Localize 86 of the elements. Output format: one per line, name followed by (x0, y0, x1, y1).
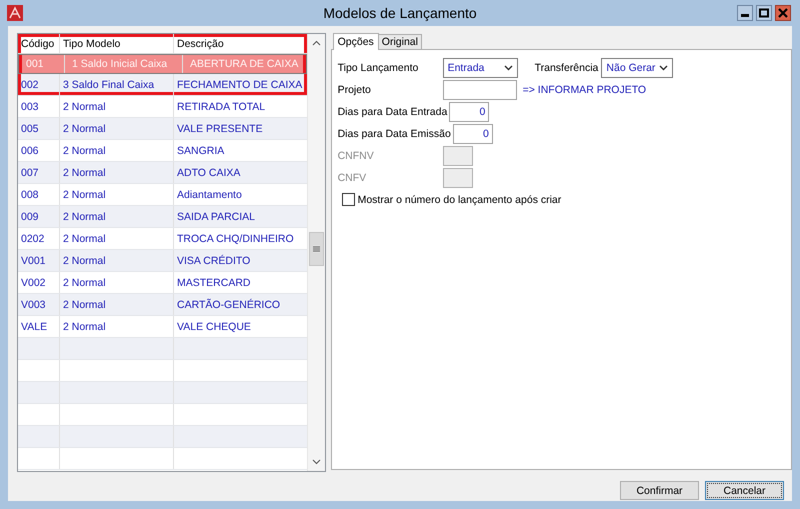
dropdown[interactable]: Entrada (442, 58, 518, 78)
table-cell-text: ABERTURA DE CAIXA (189, 57, 300, 72)
scroll-down-icon[interactable] (312, 459, 321, 465)
table-cell: 2 Normal (60, 96, 174, 117)
dropdown[interactable]: Não Gerar (601, 58, 674, 78)
table-cell: 2 Normal (60, 184, 174, 205)
grid-row[interactable]: V002 2 Normal MASTERCARD (18, 272, 307, 294)
app-icon (7, 5, 23, 21)
grid-row[interactable]: 009 2 Normal SAIDA PARCIAL (18, 206, 307, 228)
table-cell: 2 Normal (60, 118, 174, 139)
grid-row[interactable]: 0202 2 Normal TROCA CHQ/DINHEIRO (18, 228, 307, 250)
table-cell: 003 (18, 96, 60, 117)
table-cell-text: SANGRIA (176, 144, 226, 158)
table-cell: V002 (18, 272, 60, 293)
close-button[interactable] (775, 5, 791, 21)
maximize-button[interactable] (756, 5, 772, 21)
table-cell: 2 Normal (60, 228, 174, 249)
table-cell-text: VALE PRESENTE (176, 122, 264, 136)
table-cell: 3 Saldo Final Caixa (60, 74, 174, 95)
caret-icon (659, 65, 668, 71)
grid-row[interactable]: 003 2 Normal RETIRADA TOTAL (18, 96, 307, 118)
table-cell: 2 Normal (60, 316, 174, 337)
table-cell: 2 Normal (60, 140, 174, 161)
table-cell: 009 (18, 206, 60, 227)
grid-row[interactable]: V003 2 Normal CARTÃO-GENÉRICO (18, 294, 307, 316)
maximize-icon (759, 8, 769, 18)
grid-row[interactable]: 007 2 Normal ADTO CAIXA (18, 162, 307, 184)
scrollbar[interactable] (306, 34, 325, 471)
checkbox-label: Mostrar o número do lançamento após criar (358, 194, 562, 206)
minimize-button[interactable] (737, 5, 753, 21)
field-label: CNFV (338, 172, 368, 184)
column-header[interactable]: Descrição (174, 34, 307, 53)
grid-row[interactable]: 006 2 Normal SANGRIA (18, 140, 307, 162)
table-cell: 1 Saldo Inicial Caixa (69, 55, 183, 73)
grid-row[interactable]: 005 2 Normal VALE PRESENTE (18, 118, 307, 140)
table-cell-text: ADTO CAIXA (176, 166, 242, 180)
field-label: Projeto (338, 84, 372, 96)
table-cell: 0202 (18, 228, 60, 249)
table-cell: VALE (18, 316, 60, 337)
table-cell: 005 (18, 118, 60, 139)
confirm-button[interactable]: Confirmar (620, 481, 699, 500)
table-cell-text: FECHAMENTO DE CAIXA (176, 78, 304, 92)
table-cell-text: TROCA CHQ/DINHEIRO (176, 232, 295, 246)
column-header[interactable]: Tipo Modelo (60, 34, 174, 53)
table-cell: 006 (18, 140, 60, 161)
table-cell-text: Adiantamento (176, 188, 243, 202)
table-cell: 001 (23, 55, 65, 73)
table-cell-text: VISA CRÉDITO (176, 254, 252, 268)
field-label: Transferência (534, 62, 598, 74)
scroll-up-icon[interactable] (312, 40, 321, 46)
table-cell-text: VALE CHEQUE (176, 320, 252, 334)
tab[interactable]: Opções (332, 33, 379, 50)
close-icon (778, 8, 788, 18)
table-cell: 2 Normal (60, 206, 174, 227)
grid-row[interactable]: V001 2 Normal VISA CRÉDITO (18, 250, 307, 272)
cancel-button[interactable]: Cancelar (705, 481, 784, 500)
table-cell: 2 Normal (60, 250, 174, 271)
column-header[interactable]: Código (18, 34, 60, 53)
field-label: Tipo Lançamento (338, 62, 420, 74)
table-cell-text: RETIRADA TOTAL (176, 100, 266, 114)
table-cell: V003 (18, 294, 60, 315)
window-title: Modelos de Lançamento (323, 5, 477, 21)
table-cell: 2 Normal (60, 294, 174, 315)
hint-text: => INFORMAR PROJETO (522, 84, 646, 96)
grid-row[interactable]: 002 3 Saldo Final Caixa FECHAMENTO DE CAIXA (18, 74, 307, 96)
field-label: Dias para Data Entrada (338, 106, 448, 118)
input-field[interactable]: 0 (452, 124, 493, 144)
table-cell: 2 Normal (60, 272, 174, 293)
input-field[interactable]: 0 (449, 102, 490, 122)
tab[interactable]: Original (378, 34, 422, 49)
caret-icon (504, 65, 513, 71)
table-cell: 002 (18, 74, 60, 95)
table-cell: 008 (18, 184, 60, 205)
table-cell-text: MASTERCARD (176, 276, 252, 290)
table-cell: 007 (18, 162, 60, 183)
table-cell-text: CARTÃO-GENÉRICO (176, 298, 282, 312)
scroll-thumb[interactable] (308, 232, 324, 266)
table-cell-text: SAIDA PARCIAL (176, 210, 256, 224)
table-cell: V001 (18, 250, 60, 271)
field-label: CNFNV (338, 150, 375, 162)
grid-row[interactable]: VALE 2 Normal VALE CHEQUE (18, 316, 307, 338)
field-label: Dias para Data Emissão (338, 128, 452, 140)
table-cell: 2 Normal (60, 162, 174, 183)
input-field[interactable] (442, 80, 517, 100)
checkbox[interactable] (342, 193, 355, 206)
grid-row[interactable]: 008 2 Normal Adiantamento (18, 184, 307, 206)
